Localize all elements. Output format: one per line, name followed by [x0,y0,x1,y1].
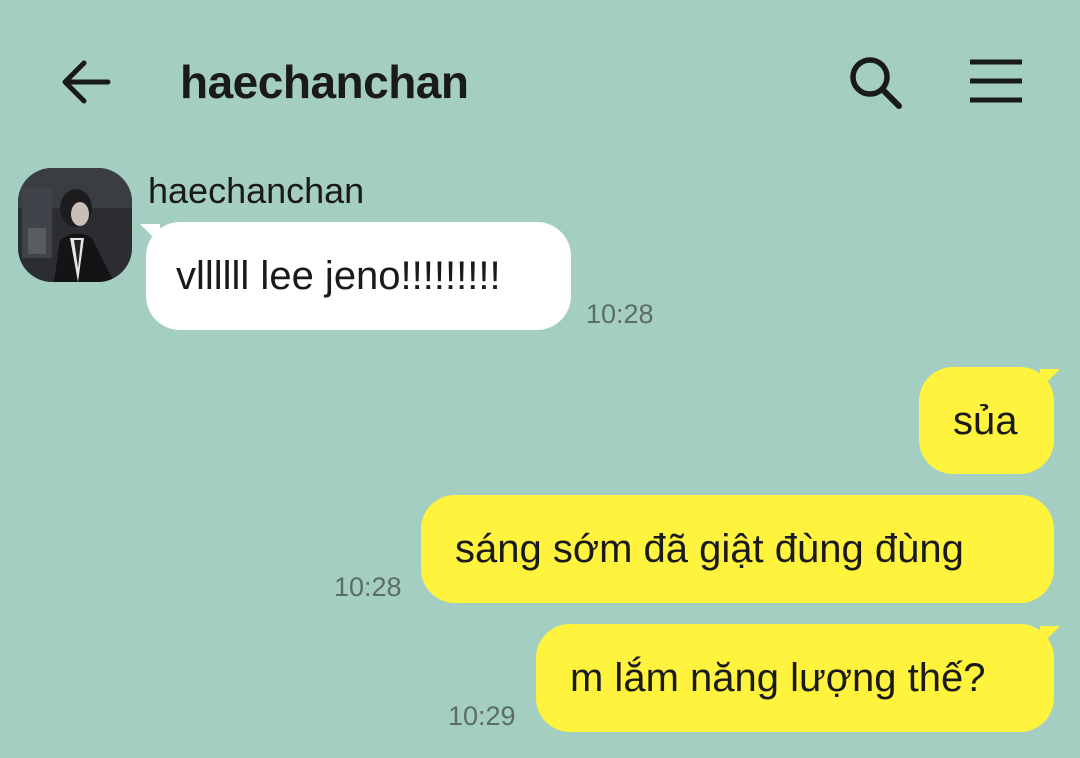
message-time: 10:29 [448,701,516,731]
message-bubble-outgoing[interactable]: m lắm năng lượng thế? [536,624,1054,732]
message-text: vllllll lee jeno!!!!!!!!! [176,254,501,298]
search-icon [850,57,902,109]
hamburger-menu-icon [970,59,1022,103]
message-bubble-incoming[interactable]: vllllll lee jeno!!!!!!!!! [146,222,571,330]
message-text: sáng sớm đã giật đùng đùng [455,527,964,571]
message-time: 10:28 [334,572,402,602]
chat-header: haechanchan [0,0,1080,160]
message-time: 10:28 [586,299,654,329]
avatar[interactable] [18,168,132,282]
message-text: sủa [953,399,1018,443]
search-button[interactable] [840,50,910,114]
profile-photo [18,168,132,282]
message-bubble-outgoing[interactable]: sủa [919,367,1054,474]
message-bubble-outgoing[interactable]: sáng sớm đã giật đùng đùng [421,495,1054,603]
sender-name: haechanchan [148,170,365,211]
message-text: m lắm năng lượng thế? [570,656,986,700]
back-button[interactable] [54,52,118,112]
arrow-left-icon [62,60,111,104]
chat-title: haechanchan [180,56,469,108]
menu-button[interactable] [960,50,1032,114]
